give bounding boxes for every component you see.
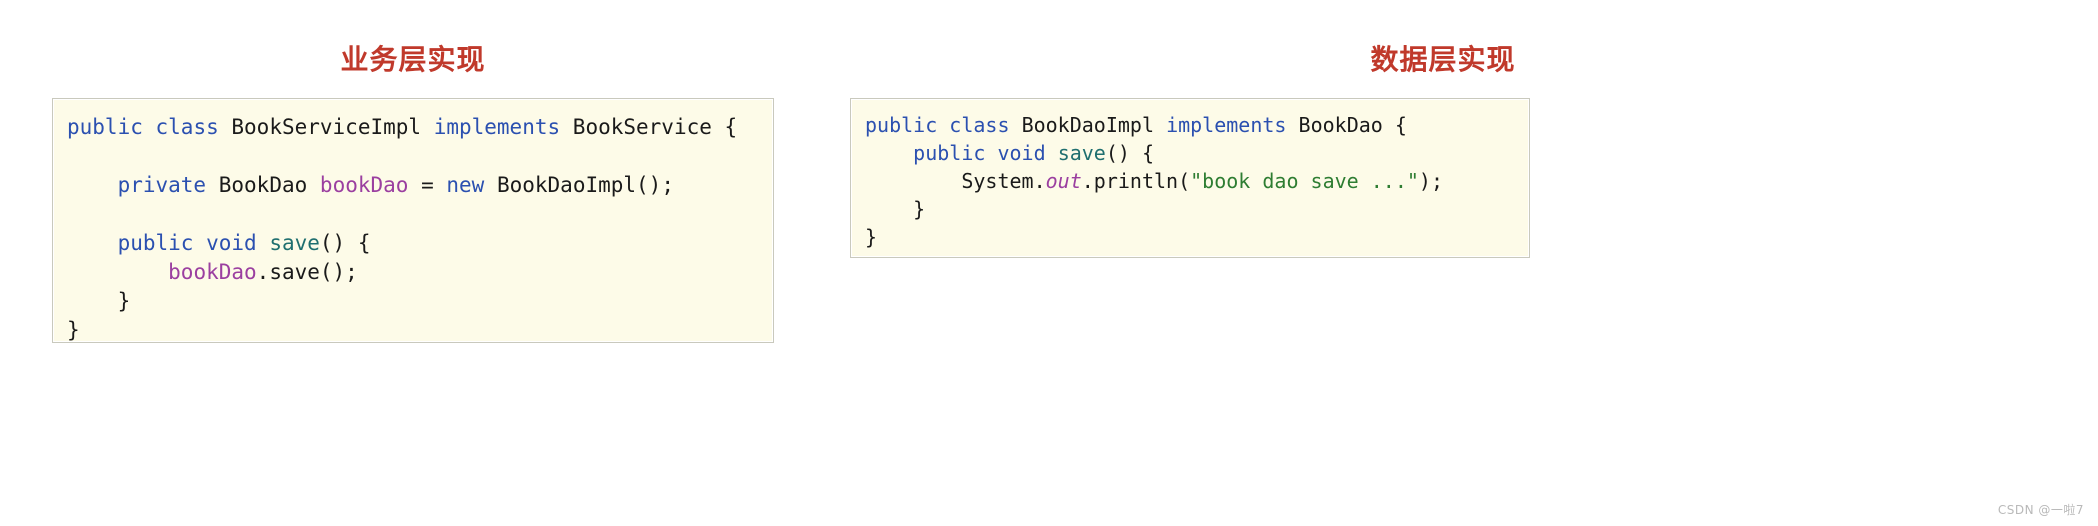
code-token: }	[865, 197, 926, 221]
code-line: public class BookDaoImpl implements Book…	[865, 111, 1515, 139]
code-token: System	[961, 169, 1034, 193]
code-token: .	[1033, 169, 1046, 193]
code-line: public void save() {	[67, 229, 759, 258]
code-line: public class BookServiceImpl implements …	[67, 113, 759, 142]
code-line: System.out.println("book dao save ...");	[865, 167, 1515, 195]
code-line: }	[865, 195, 1515, 223]
code-line: bookDao.save();	[67, 258, 759, 287]
code-token: out	[1045, 169, 1082, 193]
code-token: new	[446, 173, 485, 197]
code-token: .save();	[256, 260, 358, 284]
code-token: BookDao	[218, 173, 308, 197]
code-token: }	[67, 289, 131, 313]
code-token: bookDao	[168, 260, 257, 284]
code-token: BookDao	[1298, 113, 1383, 137]
code-token: public	[865, 113, 938, 137]
code-token: class	[949, 113, 1010, 137]
code-token: save	[269, 231, 320, 255]
code-token: "book dao save ..."	[1190, 169, 1419, 193]
csdn-watermark: CSDN @一啦7	[1997, 503, 2084, 517]
code-line: }	[865, 223, 1515, 251]
code-line: private BookDao bookDao = new BookDaoImp…	[67, 171, 759, 200]
code-token: =	[408, 173, 447, 197]
code-token: BookDaoImpl();	[496, 173, 674, 197]
service-layer-code-block: public class BookServiceImpl implements …	[52, 98, 774, 343]
code-token: {	[1382, 113, 1407, 137]
code-token: implements	[1166, 113, 1287, 137]
code-token: BookService	[572, 115, 712, 139]
code-token: private	[117, 173, 207, 197]
code-token: implements	[433, 115, 561, 139]
data-layer-code-block: public class BookDaoImpl implements Book…	[850, 98, 1530, 258]
code-token: () {	[1105, 141, 1155, 165]
code-token: public	[117, 231, 194, 255]
code-token: BookDaoImpl	[1021, 113, 1155, 137]
code-token: public	[913, 141, 986, 165]
code-token: BookServiceImpl	[231, 115, 422, 139]
code-token: }	[67, 318, 80, 342]
code-token: void	[206, 231, 257, 255]
data-layer-panel: 数据层实现 public class BookDaoImpl implement…	[850, 44, 2046, 258]
code-token: bookDao	[319, 173, 409, 197]
service-layer-panel: 业务层实现 public class BookServiceImpl imple…	[52, 44, 774, 343]
code-token: {	[711, 115, 738, 139]
code-line: }	[67, 316, 759, 342]
code-token: void	[997, 141, 1046, 165]
code-token: save	[1057, 141, 1106, 165]
code-line: }	[67, 287, 759, 316]
code-token: () {	[319, 231, 371, 255]
code-token: class	[155, 115, 219, 139]
code-token: .println(	[1081, 169, 1191, 193]
data-layer-title: 数据层实现	[1370, 43, 1516, 76]
code-token: }	[865, 225, 878, 249]
service-layer-title: 业务层实现	[340, 43, 486, 76]
code-line: public void save() {	[865, 139, 1515, 167]
code-token: public	[67, 115, 143, 139]
code-token: );	[1418, 169, 1443, 193]
